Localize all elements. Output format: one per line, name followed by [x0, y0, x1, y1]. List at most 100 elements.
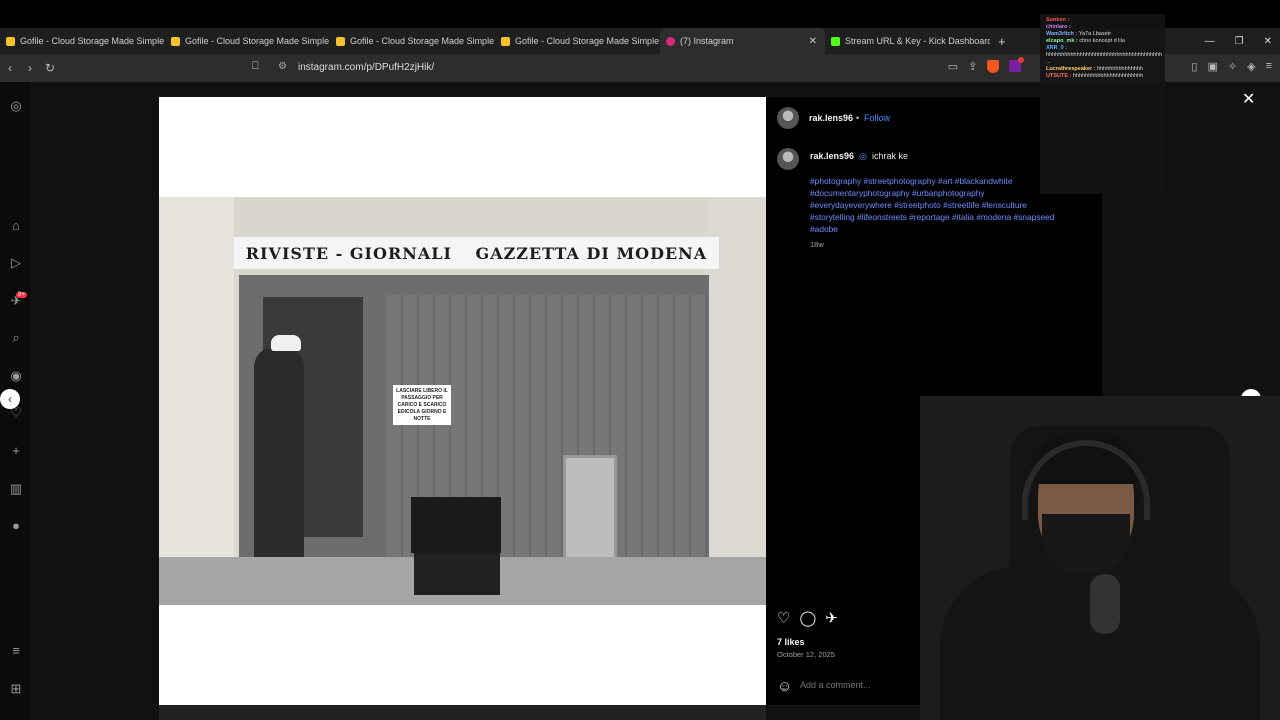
tab-gofile-2[interactable]: Gofile - Cloud Storage Made Simple: [165, 28, 330, 54]
tab-title: Gofile - Cloud Storage Made Simple: [515, 36, 660, 46]
close-modal-icon[interactable]: ✕: [1242, 89, 1255, 109]
share-icon[interactable]: ✈: [825, 609, 838, 627]
chat-user: XRR_0 :: [1046, 45, 1068, 51]
tab-title: Gofile - Cloud Storage Made Simple: [350, 36, 495, 46]
tab-title: Gofile - Cloud Storage Made Simple: [20, 36, 165, 46]
back-icon[interactable]: ‹: [0, 61, 20, 75]
create-icon[interactable]: +: [8, 443, 24, 458]
home-icon[interactable]: ⌂: [8, 218, 24, 233]
post-photo: RIVISTE - GIORNALI GAZZETTA DI MODENA LA…: [159, 197, 766, 605]
post-date: October 12, 2025: [777, 650, 835, 659]
avatar[interactable]: [777, 148, 799, 170]
messages-badge: 9+: [16, 292, 27, 298]
leo-ai-icon[interactable]: ✧: [1228, 60, 1237, 73]
chat-message: Sunken :: [1046, 17, 1159, 24]
post-username[interactable]: rak.lens96: [809, 113, 853, 123]
previous-post-button[interactable]: ‹: [0, 389, 20, 409]
avatar[interactable]: [777, 107, 799, 129]
like-count[interactable]: 7 likes: [777, 637, 805, 647]
chat-text: hhhhhhhhhhhhhhh: [1097, 66, 1143, 72]
separator-dot: •: [856, 113, 860, 123]
sign-text-left: RIVISTE - GIORNALI: [245, 243, 453, 263]
reload-icon[interactable]: ↻: [40, 61, 60, 75]
site-settings-icon[interactable]: ⚙: [278, 61, 287, 72]
post-actions: ♡ ◯ ✈: [777, 609, 838, 627]
tab-title: (7) Instagram: [680, 36, 734, 46]
chat-message: Lucrathrespeaker : hhhhhhhhhhhhhhh: [1046, 66, 1159, 73]
new-tab-button[interactable]: +: [998, 34, 1006, 49]
photo-shop-sign: RIVISTE - GIORNALI GAZZETTA DI MODENA: [234, 237, 719, 269]
sidebar-toggle-icon[interactable]: ▯: [1191, 60, 1197, 73]
webcam-microphone: [1090, 574, 1120, 634]
sign-text-right: GAZZETTA DI MODENA: [475, 243, 708, 263]
chat-message: Wam3rltch : Ya7a Lbasetr: [1046, 31, 1159, 38]
caption-username[interactable]: rak.lens96: [810, 151, 854, 161]
kick-favicon-icon: [831, 36, 840, 46]
photo-newspaper-stand: [563, 455, 617, 565]
chat-text: hhhhhhhhhhhhhhhhhhhhhhhhhhhhhhhhhhhhhh .…: [1046, 52, 1163, 65]
close-window-button[interactable]: ✕: [1264, 36, 1272, 47]
instagram-icon[interactable]: ◎: [8, 98, 24, 114]
caption-text: ichrak ke: [872, 151, 909, 161]
like-icon[interactable]: ♡: [777, 609, 790, 627]
close-tab-icon[interactable]: ✕: [809, 36, 817, 47]
bookmark-icon[interactable]: ⎕: [252, 60, 259, 73]
photo-notice: LASCIARE LIBERO IL PASSAGGIO PER CARICO …: [393, 385, 451, 425]
photo-hat: [271, 335, 301, 351]
chat-text: hhhhhhhhhhhhhhhhhhhhhhh: [1072, 73, 1144, 79]
profile-icon[interactable]: ●: [8, 518, 24, 533]
explore-icon[interactable]: ◉: [8, 368, 24, 384]
gofile-favicon-icon: [501, 36, 510, 46]
caption-hashtags[interactable]: #photography #streetphotography #art #bl…: [810, 175, 1060, 235]
search-icon[interactable]: ⌕: [8, 330, 24, 346]
post-age: 18w: [810, 240, 824, 249]
tab-gofile-4[interactable]: Gofile - Cloud Storage Made Simple: [495, 28, 660, 54]
chat-text: Ya7a Lbasetr: [1078, 31, 1112, 37]
chat-user: UTSUTE :: [1046, 73, 1072, 79]
comment-icon[interactable]: ◯: [799, 609, 816, 627]
dashboard-icon[interactable]: ▥: [8, 481, 24, 497]
photo-wall-left: [159, 197, 234, 605]
menu-icon[interactable]: ≡: [1266, 60, 1272, 73]
post-image-panel: RIVISTE - GIORNALI GAZZETTA DI MODENA LA…: [159, 97, 766, 705]
emoji-icon[interactable]: ☺: [777, 678, 792, 695]
gofile-favicon-icon: [171, 36, 180, 46]
gofile-favicon-icon: [336, 36, 345, 46]
photo-crate: [411, 497, 501, 553]
brave-shield-icon[interactable]: [987, 60, 1000, 73]
maximize-button[interactable]: ❐: [1235, 36, 1244, 47]
tab-gofile-3[interactable]: Gofile - Cloud Storage Made Simple: [330, 28, 495, 54]
wallet-icon[interactable]: ▣: [1207, 60, 1217, 73]
verified-icon: ◎: [859, 151, 867, 161]
minimize-button[interactable]: —: [1205, 36, 1215, 47]
tab-title: Stream URL & Key - Kick Dashboard: [845, 36, 990, 46]
photo-crate: [414, 553, 500, 595]
forward-icon[interactable]: ›: [20, 61, 40, 75]
window-controls: — ❐ ✕: [1205, 28, 1272, 54]
tab-gofile-1[interactable]: Gofile - Cloud Storage Made Simple: [0, 28, 165, 54]
stream-chat-overlay: Sunken : chinlaro : Wam3rltch : Ya7a Lba…: [1040, 14, 1165, 194]
chat-user: Sunken :: [1046, 17, 1070, 23]
chat-text: chno koncept d lila: [1079, 38, 1125, 44]
brave-rewards-icon[interactable]: [1009, 57, 1025, 72]
url-field[interactable]: instagram.com/p/DPufH2zjHik/: [298, 62, 434, 73]
tab-kick[interactable]: Stream URL & Key - Kick Dashboard: [825, 28, 990, 54]
chat-user: chinlaro :: [1046, 24, 1071, 30]
webcam-overlay: [920, 396, 1280, 720]
instagram-favicon-icon: [666, 36, 675, 46]
vpn-icon[interactable]: ◈: [1247, 60, 1255, 73]
tab-title: Gofile - Cloud Storage Made Simple: [185, 36, 330, 46]
gofile-favicon-icon: [6, 36, 15, 46]
chat-message: elcapo_mk : chno koncept d lila: [1046, 38, 1159, 45]
reels-icon[interactable]: ▷: [8, 255, 24, 271]
follow-button[interactable]: Follow: [864, 113, 890, 123]
chat-user: elcapo_mk :: [1046, 38, 1078, 44]
share-icon[interactable]: ⇪: [968, 60, 977, 73]
chat-message: UTSUTE : hhhhhhhhhhhhhhhhhhhhhhh: [1046, 73, 1159, 80]
menu-icon[interactable]: ≡: [8, 643, 24, 658]
tab-instagram[interactable]: (7) Instagram ✕: [660, 28, 825, 54]
chat-user: Wam3rltch :: [1046, 31, 1078, 37]
background-feed-strip: [159, 705, 766, 720]
cast-icon[interactable]: ▭: [948, 60, 958, 73]
threads-icon[interactable]: ⊞: [8, 681, 24, 697]
